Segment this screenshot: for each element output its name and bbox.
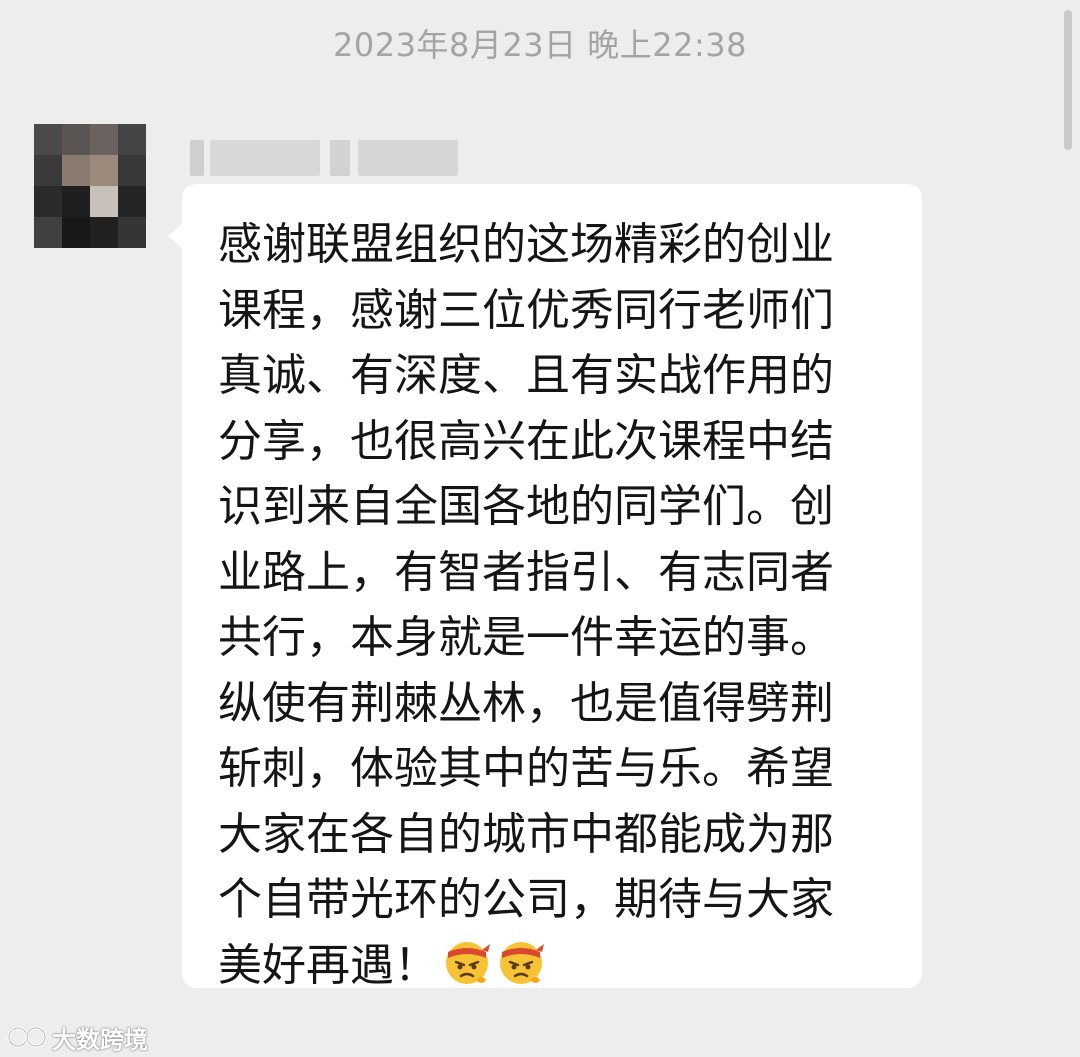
sender-name-blurred [190, 140, 460, 176]
sender-avatar[interactable] [34, 124, 146, 248]
message-bubble[interactable]: 感谢联盟组织的这场精彩的创业 课程，感谢三位优秀同行老师们 真诚、有深度、且有实… [182, 184, 922, 991]
message-timestamp: 2023年8月23日 晚上22:38 [333, 26, 747, 64]
message-text-container: 感谢联盟组织的这场精彩的创业 课程，感谢三位优秀同行老师们 真诚、有深度、且有实… [218, 212, 898, 998]
scrollbar[interactable] [1064, 10, 1072, 150]
avatar-image [34, 124, 146, 248]
determined-face-headband-emoji [500, 941, 544, 984]
message-text: 感谢联盟组织的这场精彩的创业 课程，感谢三位优秀同行老师们 真诚、有深度、且有实… [218, 219, 834, 991]
watermark-text: 大数跨境 [52, 1025, 148, 1054]
determined-face-headband-emoji [446, 941, 490, 984]
watermark-logo-icon [7, 1026, 47, 1048]
watermark: 大数跨境 [6, 1020, 148, 1054]
